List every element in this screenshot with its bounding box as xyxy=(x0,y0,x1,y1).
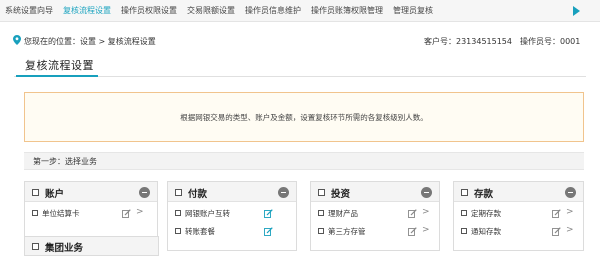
notice-box: 根据网银交易的类型、账户及金额，设置复核环节所需的各复核级别人数。 xyxy=(24,92,584,142)
list-item: 转账套餐 xyxy=(168,223,296,241)
card-payment: 付款 网银账户互转 转账套餐 xyxy=(167,181,297,251)
item-checkbox[interactable] xyxy=(175,228,181,234)
list-item: 理财产品 > xyxy=(311,205,439,223)
list-item: 第三方存管 > xyxy=(311,223,439,241)
item-checkbox[interactable] xyxy=(461,228,467,234)
item-label: 第三方存管 xyxy=(328,227,366,236)
collapse-icon[interactable] xyxy=(565,187,576,198)
item-label: 通知存款 xyxy=(471,227,501,236)
card-title: 付款 xyxy=(188,189,208,200)
item-checkbox[interactable] xyxy=(175,210,181,216)
list-item: 通知存款 > xyxy=(454,223,583,241)
chevron-right-icon[interactable]: > xyxy=(566,225,574,235)
nav-next-arrow-icon[interactable] xyxy=(573,6,580,16)
chevron-right-icon[interactable]: > xyxy=(422,207,430,217)
card-group-business: 集团业务 xyxy=(24,236,159,256)
notice-text: 根据网银交易的类型、账户及金额，设置复核环节所需的各复核级别人数。 xyxy=(180,112,428,122)
tab-setup-wizard[interactable]: 系统设置向导 xyxy=(0,0,58,22)
title-divider xyxy=(14,76,586,77)
operator-number: 操作员号：0001 xyxy=(520,37,581,46)
item-checkbox[interactable] xyxy=(318,228,324,234)
tab-admin-review[interactable]: 管理员复核 xyxy=(388,0,438,22)
card-title: 投资 xyxy=(331,189,351,200)
edit-icon[interactable] xyxy=(264,227,273,236)
card-title: 集团业务 xyxy=(45,243,84,254)
list-item: 单位结算卡 > xyxy=(25,205,157,223)
card-checkbox[interactable] xyxy=(461,189,468,196)
card-checkbox[interactable] xyxy=(175,189,182,196)
tab-operator-info[interactable]: 操作员信息维护 xyxy=(240,0,306,22)
collapse-icon[interactable] xyxy=(278,187,289,198)
chevron-right-icon[interactable]: > xyxy=(422,225,430,235)
edit-icon[interactable] xyxy=(408,227,417,236)
card-header: 付款 xyxy=(168,182,296,202)
item-label: 转账套餐 xyxy=(185,227,215,236)
card-title: 账户 xyxy=(45,189,65,200)
chevron-right-icon[interactable]: > xyxy=(136,207,144,217)
step-bar: 第一步：选择业务 xyxy=(24,152,584,170)
item-label: 网银账户互转 xyxy=(185,209,230,218)
card-checkbox[interactable] xyxy=(32,189,39,196)
edit-icon[interactable] xyxy=(552,227,561,236)
page-title: 复核流程设置 xyxy=(25,59,94,72)
list-item: 网银账户互转 xyxy=(168,205,296,223)
item-label: 单位结算卡 xyxy=(42,209,80,218)
card-header: 存款 xyxy=(454,182,583,202)
card-checkbox[interactable] xyxy=(318,189,325,196)
tab-review-flow[interactable]: 复核流程设置 xyxy=(58,0,116,22)
edit-icon[interactable] xyxy=(552,209,561,218)
edit-icon[interactable] xyxy=(408,209,417,218)
collapse-icon[interactable] xyxy=(421,187,432,198)
card-title: 存款 xyxy=(474,189,494,200)
collapse-icon[interactable] xyxy=(139,187,150,198)
edit-icon[interactable] xyxy=(264,209,273,218)
card-checkbox[interactable] xyxy=(32,243,39,250)
card-investment: 投资 理财产品 > 第三方存管 > xyxy=(310,181,440,251)
card-header: 投资 xyxy=(311,182,439,202)
item-label: 定期存款 xyxy=(471,209,501,218)
title-underline xyxy=(16,75,98,77)
edit-icon[interactable] xyxy=(122,209,131,218)
item-checkbox[interactable] xyxy=(461,210,467,216)
tab-ledger-permission[interactable]: 操作员账簿权限管理 xyxy=(306,0,388,22)
customer-number: 客户号：23134515154 xyxy=(424,37,512,46)
list-item: 定期存款 > xyxy=(454,205,583,223)
breadcrumb-row: 您现在的位置：设置 > 复核流程设置 客户号：23134515154 操作员号：… xyxy=(0,33,600,49)
location-pin-icon xyxy=(13,35,21,45)
card-header: 账户 xyxy=(25,182,157,202)
chevron-right-icon[interactable]: > xyxy=(566,207,574,217)
breadcrumb: 您现在的位置：设置 > 复核流程设置 xyxy=(24,37,156,46)
tab-operator-permission[interactable]: 操作员权限设置 xyxy=(116,0,182,22)
tab-limit-setting[interactable]: 交易限额设置 xyxy=(182,0,240,22)
top-navigation: 系统设置向导 复核流程设置 操作员权限设置 交易限额设置 操作员信息维护 操作员… xyxy=(0,0,600,22)
step-label: 第一步：选择业务 xyxy=(33,157,97,166)
item-checkbox[interactable] xyxy=(318,210,324,216)
card-deposit: 存款 定期存款 > 通知存款 > xyxy=(453,181,584,251)
item-label: 理财产品 xyxy=(328,209,358,218)
item-checkbox[interactable] xyxy=(32,210,38,216)
